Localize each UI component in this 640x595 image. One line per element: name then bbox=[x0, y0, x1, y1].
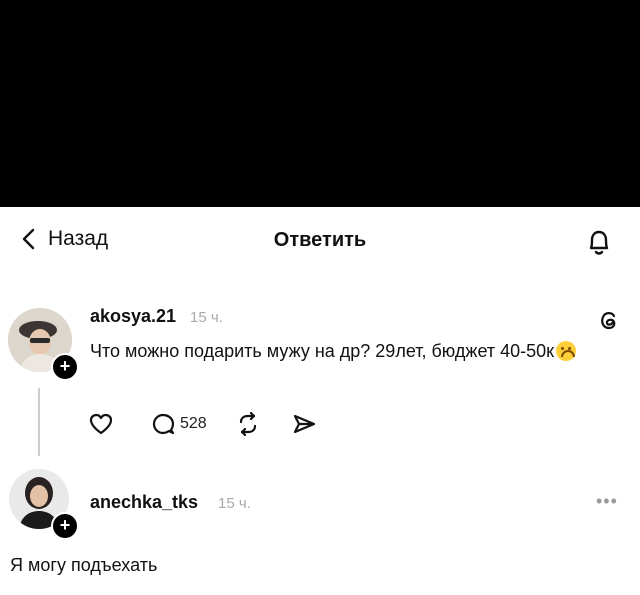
reply-count: 528 bbox=[180, 415, 207, 432]
repost-icon bbox=[239, 411, 256, 437]
upside-down-face-icon bbox=[556, 341, 577, 361]
reply-time: 15 ч. bbox=[218, 495, 251, 512]
post-username[interactable]: akosya.21 bbox=[90, 306, 176, 327]
follow-plus-button[interactable]: + bbox=[51, 353, 79, 381]
heart-icon bbox=[89, 413, 113, 435]
post-actions: 528 bbox=[88, 411, 317, 437]
black-letterbox bbox=[0, 0, 640, 207]
post-text: Что можно подарить мужу на др? 29лет, бю… bbox=[90, 338, 610, 365]
comment-button[interactable]: 528 bbox=[150, 411, 207, 437]
like-button[interactable] bbox=[88, 411, 114, 437]
comment-icon bbox=[152, 413, 175, 435]
follow-plus-button[interactable]: + bbox=[51, 512, 79, 540]
send-icon bbox=[293, 414, 315, 434]
post-text-content: Что можно подарить мужу на др? 29лет, бю… bbox=[90, 341, 555, 361]
page-title: Ответить bbox=[273, 229, 367, 251]
top-bar: Назад Ответить bbox=[0, 207, 640, 279]
post-time: 15 ч. bbox=[190, 309, 223, 326]
reply-text: Я могу подъехать bbox=[10, 555, 158, 575]
repost-button[interactable] bbox=[235, 411, 261, 437]
reply-username[interactable]: anechka_tks bbox=[90, 492, 198, 513]
bell-icon[interactable] bbox=[582, 225, 616, 259]
thread-line bbox=[38, 388, 40, 456]
more-icon[interactable]: ••• bbox=[596, 491, 618, 512]
threads-logo-icon[interactable] bbox=[596, 307, 622, 333]
share-button[interactable] bbox=[291, 411, 317, 437]
